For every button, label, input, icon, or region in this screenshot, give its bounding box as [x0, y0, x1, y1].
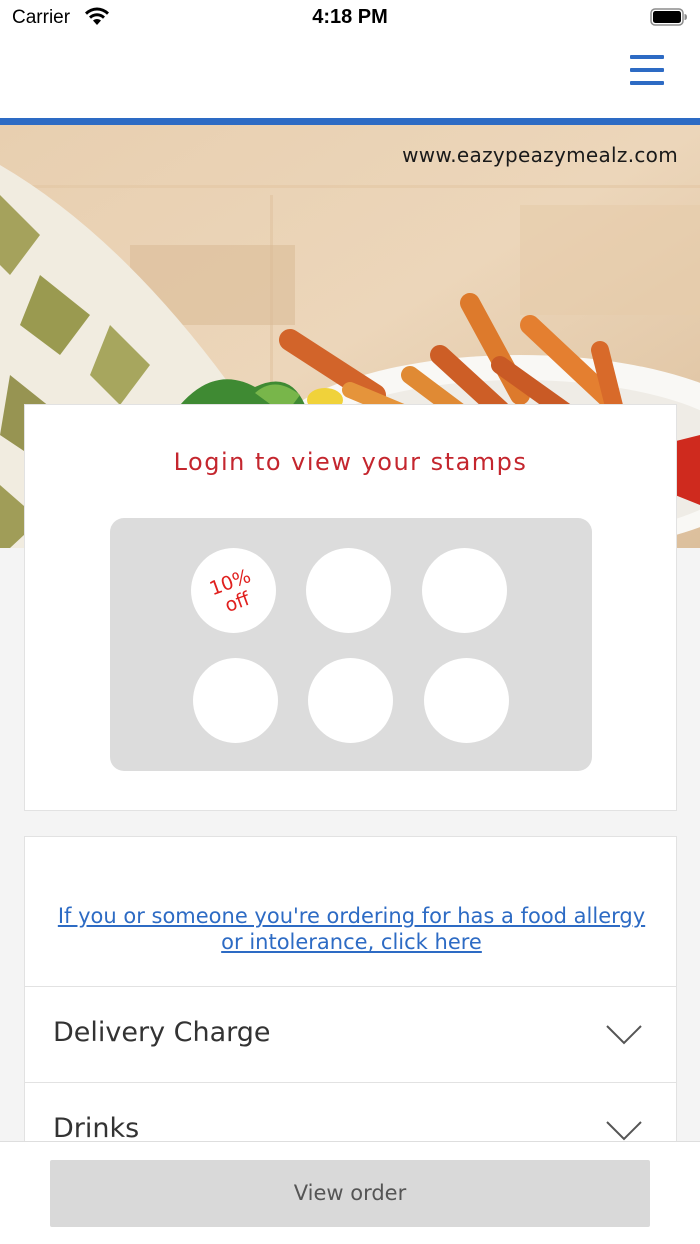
stamp-slot-4	[193, 658, 278, 743]
category-label: Drinks	[53, 1113, 140, 1144]
loyalty-stamp-card: Login to view your stamps 10% off	[24, 404, 677, 811]
header-divider	[0, 118, 700, 125]
chevron-down-icon	[606, 1121, 642, 1141]
allergy-info-link[interactable]: If you or someone you're ordering for ha…	[55, 903, 648, 955]
stamp-slot-2	[306, 548, 391, 633]
bottom-bar: View order	[0, 1141, 700, 1244]
top-navbar	[0, 38, 700, 118]
hamburger-menu-icon[interactable]	[630, 54, 664, 88]
chevron-down-icon	[606, 1025, 642, 1045]
stamp-board: 10% off	[110, 518, 592, 771]
battery-icon	[650, 8, 687, 26]
view-order-button[interactable]: View order	[50, 1160, 650, 1227]
stamp-slot-6	[424, 658, 509, 743]
category-delivery-charge[interactable]: Delivery Charge	[25, 986, 676, 1082]
status-time: 4:18 PM	[312, 6, 388, 28]
category-label: Delivery Charge	[53, 1017, 271, 1048]
stamp-slot-1: 10% off	[191, 548, 276, 633]
status-bar: Carrier 4:18 PM	[0, 0, 700, 38]
stamp-slot-3	[422, 548, 507, 633]
reward-label: 10% off	[206, 565, 254, 617]
login-stamps-link[interactable]: Login to view your stamps	[25, 448, 676, 476]
stamp-slot-5	[308, 658, 393, 743]
website-url-text: www.eazypeazymealz.com	[402, 143, 678, 167]
